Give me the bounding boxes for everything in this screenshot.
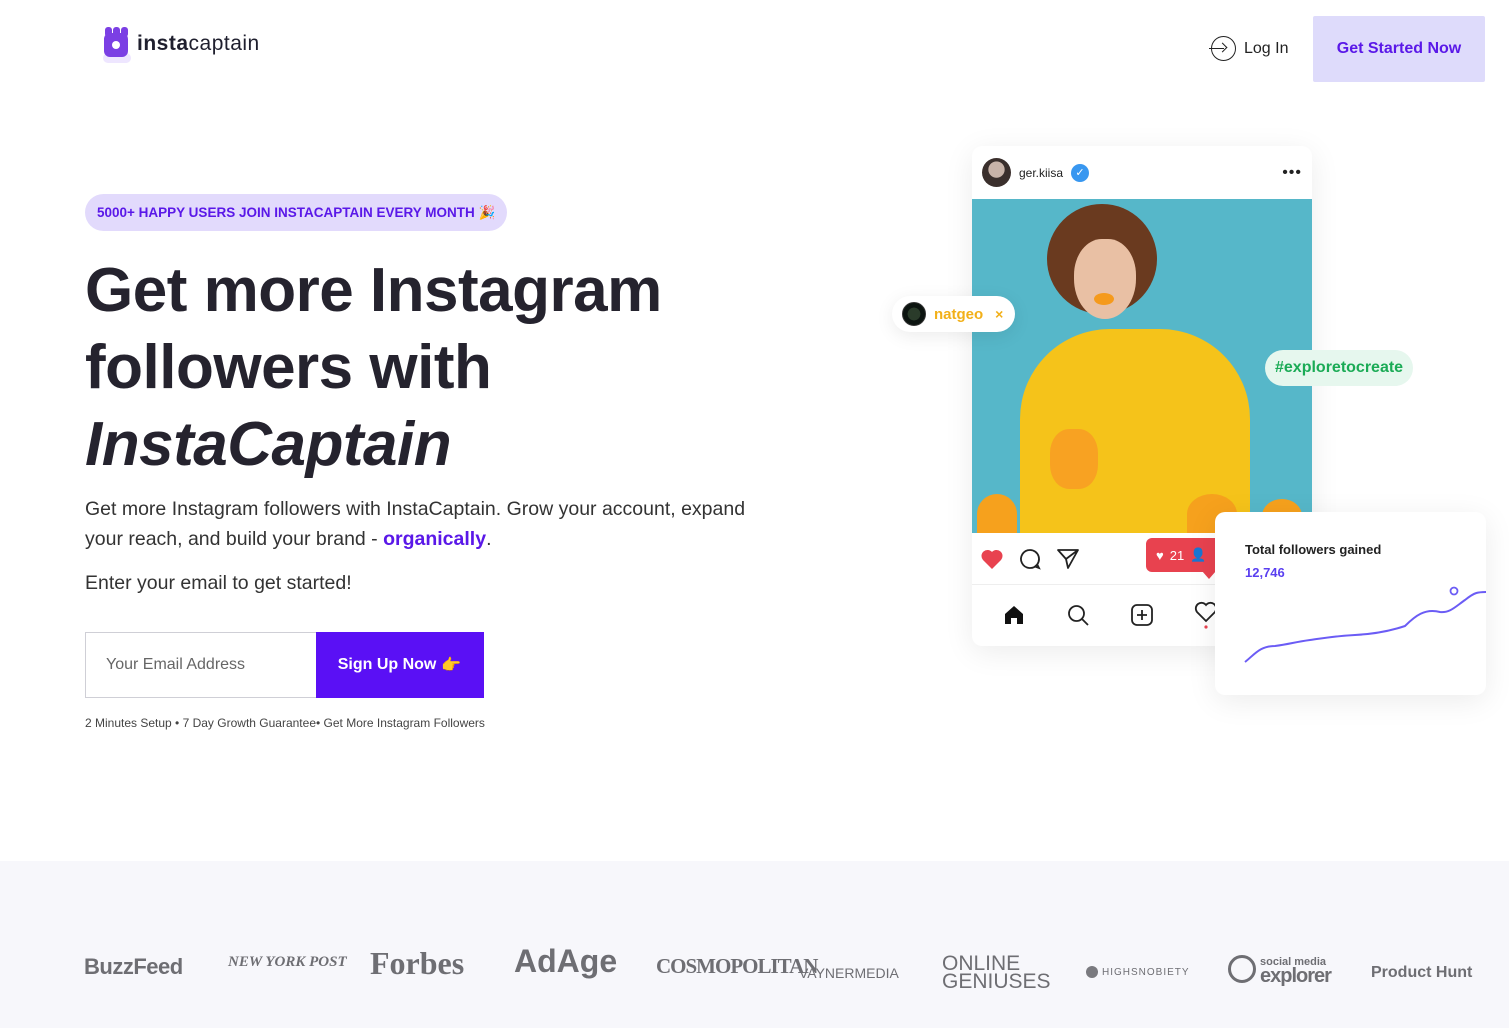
- hashtag-chip[interactable]: #exploretocreate: [1265, 350, 1414, 386]
- compass-icon: [1228, 955, 1256, 983]
- site-header: instacaptain Log In Get Started Now: [0, 0, 1509, 96]
- vaynermedia-logo: VAYNERMEDIA: [799, 965, 899, 981]
- search-icon[interactable]: [1066, 603, 1090, 627]
- hero-headline: Get more Instagram followers with InstaC…: [85, 256, 662, 479]
- highsnobiety-icon: [1086, 966, 1098, 978]
- like-count: 21: [1169, 547, 1185, 563]
- post-photo: [972, 199, 1312, 533]
- login-icon: [1209, 36, 1236, 61]
- hero-lead: Get more Instagram followers with InstaC…: [85, 498, 746, 550]
- natgeo-tag[interactable]: natgeo ×: [892, 296, 1016, 332]
- press-logos-strip: BuzzFeed NEW YORK POST Forbes AdAge COSM…: [0, 861, 1509, 1028]
- natgeo-avatar: [902, 302, 926, 326]
- login-link[interactable]: Log In: [1209, 36, 1289, 61]
- share-icon[interactable]: [1056, 547, 1080, 571]
- brand-name: instacaptain: [137, 32, 260, 55]
- online-geniuses-logo: ONLINE GENIUSES: [942, 952, 1051, 993]
- get-started-button[interactable]: Get Started Now: [1313, 16, 1485, 82]
- followers-gained-card: Total followers gained 12,746: [1215, 512, 1486, 695]
- users-badge: 5000+ HAPPY USERS JOIN INSTACAPTAIN EVER…: [85, 194, 508, 231]
- cosmopolitan-logo: COSMOPOLITAN: [656, 954, 818, 978]
- social-media-explorer-logo: social media explorer: [1228, 955, 1332, 986]
- brand-logo[interactable]: instacaptain: [101, 27, 260, 63]
- login-label: Log In: [1244, 39, 1289, 57]
- close-icon[interactable]: ×: [995, 306, 1003, 322]
- more-options-icon[interactable]: •••: [1282, 164, 1302, 182]
- user-icon: 👤: [1190, 547, 1207, 562]
- buzzfeed-logo: BuzzFeed: [84, 954, 183, 979]
- setup-fineprint: 2 Minutes Setup • 7 Day Growth Guarantee…: [85, 716, 485, 730]
- signup-button[interactable]: Sign Up Now 👈: [316, 632, 484, 698]
- pointing-hand-icon: 👈: [442, 657, 463, 674]
- comment-icon[interactable]: [1018, 547, 1042, 571]
- natgeo-label: natgeo: [934, 305, 984, 323]
- avatar: [982, 158, 1011, 187]
- logo-icon: [101, 27, 131, 63]
- new-york-post-logo: NEW YORK POST: [228, 954, 347, 970]
- post-header: ger.kiisa ✓ •••: [972, 146, 1312, 199]
- email-input[interactable]: [85, 632, 316, 698]
- email-prompt: Enter your email to get started!: [85, 572, 352, 594]
- forbes-logo: Forbes: [370, 945, 465, 981]
- organically-link: organically: [383, 528, 487, 550]
- verified-icon: ✓: [1071, 163, 1090, 182]
- signup-form: Sign Up Now👈: [85, 632, 484, 698]
- product-hunt-logo: Product Hunt: [1371, 964, 1473, 981]
- followers-trend-line: [1244, 586, 1486, 663]
- home-icon[interactable]: [1002, 603, 1026, 627]
- post-username: ger.kiisa: [1019, 165, 1064, 180]
- highsnobiety-logo: HIGHSNOBIETY: [1086, 966, 1190, 978]
- add-post-icon[interactable]: [1130, 603, 1154, 627]
- adage-logo: AdAge: [514, 943, 618, 979]
- heart-filled-icon[interactable]: [980, 547, 1004, 571]
- heart-icon: ♥: [1156, 547, 1164, 563]
